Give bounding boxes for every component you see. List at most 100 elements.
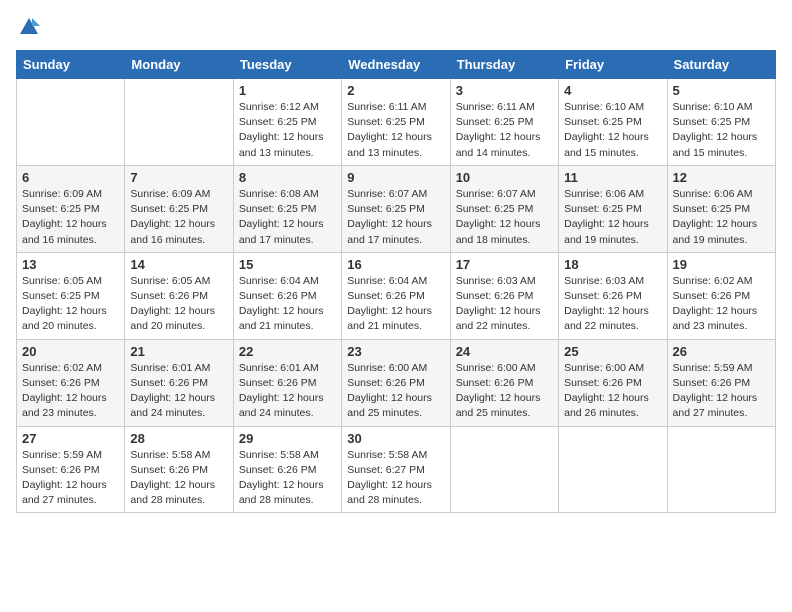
day-info: Sunrise: 5:58 AM Sunset: 6:26 PM Dayligh… [130, 448, 227, 509]
day-info: Sunrise: 6:07 AM Sunset: 6:25 PM Dayligh… [347, 187, 444, 248]
day-number: 8 [239, 170, 336, 185]
day-number: 20 [22, 344, 119, 359]
day-info: Sunrise: 6:02 AM Sunset: 6:26 PM Dayligh… [673, 274, 770, 335]
calendar-day-cell: 16 Sunrise: 6:04 AM Sunset: 6:26 PM Dayli… [342, 252, 450, 339]
calendar-day-cell: 23Sunrise: 6:00 AM Sunset: 6:26 PM Dayli… [342, 339, 450, 426]
day-number: 4 [564, 83, 661, 98]
day-info: Sunrise: 6:07 AM Sunset: 6:25 PM Dayligh… [456, 187, 553, 248]
calendar-day-cell: 21Sunrise: 6:01 AM Sunset: 6:26 PM Dayli… [125, 339, 233, 426]
day-info: Sunrise: 6:00 AM Sunset: 6:26 PM Dayligh… [456, 361, 553, 422]
day-info: Sunrise: 6:02 AM Sunset: 6:26 PM Dayligh… [22, 361, 119, 422]
calendar-header-row: SundayMondayTuesdayWednesdayThursdayFrid… [17, 51, 776, 79]
day-number: 10 [456, 170, 553, 185]
day-info: Sunrise: 5:59 AM Sunset: 6:26 PM Dayligh… [673, 361, 770, 422]
calendar-day-cell: 20 Sunrise: 6:02 AM Sunset: 6:26 PM Dayli… [17, 339, 125, 426]
calendar-day-cell: 9 Sunrise: 6:07 AM Sunset: 6:25 PM Daylig… [342, 165, 450, 252]
day-info: Sunrise: 6:04 AM Sunset: 6:26 PM Dayligh… [347, 274, 444, 335]
day-info: Sunrise: 6:11 AM Sunset: 6:25 PM Dayligh… [347, 100, 444, 161]
day-of-week-header: Sunday [17, 51, 125, 79]
day-number: 16 [347, 257, 444, 272]
calendar-day-cell: 12 Sunrise: 6:06 AM Sunset: 6:25 PM Dayli… [667, 165, 775, 252]
day-number: 7 [130, 170, 227, 185]
calendar-day-cell: 7Sunrise: 6:09 AM Sunset: 6:25 PM Daylig… [125, 165, 233, 252]
day-of-week-header: Wednesday [342, 51, 450, 79]
day-of-week-header: Tuesday [233, 51, 341, 79]
calendar-day-cell: 10 Sunrise: 6:07 AM Sunset: 6:25 PM Dayli… [450, 165, 558, 252]
calendar-day-cell: 2 Sunrise: 6:11 AM Sunset: 6:25 PM Daylig… [342, 79, 450, 166]
calendar-day-cell: 6 Sunrise: 6:09 AM Sunset: 6:25 PM Daylig… [17, 165, 125, 252]
day-info: Sunrise: 6:11 AM Sunset: 6:25 PM Dayligh… [456, 100, 553, 161]
day-number: 19 [673, 257, 770, 272]
day-number: 3 [456, 83, 553, 98]
calendar-day-cell [450, 426, 558, 513]
day-info: Sunrise: 6:06 AM Sunset: 6:25 PM Dayligh… [673, 187, 770, 248]
calendar-day-cell: 28 Sunrise: 5:58 AM Sunset: 6:26 PM Dayli… [125, 426, 233, 513]
day-number: 26 [673, 344, 770, 359]
day-number: 25 [564, 344, 661, 359]
day-number: 15 [239, 257, 336, 272]
day-info: Sunrise: 6:06 AM Sunset: 6:25 PM Dayligh… [564, 187, 661, 248]
day-number: 27 [22, 431, 119, 446]
day-info: Sunrise: 5:59 AM Sunset: 6:26 PM Dayligh… [22, 448, 119, 509]
day-of-week-header: Thursday [450, 51, 558, 79]
calendar-day-cell [559, 426, 667, 513]
calendar-day-cell: 15 Sunrise: 6:04 AM Sunset: 6:26 PM Dayli… [233, 252, 341, 339]
day-info: Sunrise: 6:10 AM Sunset: 6:25 PM Dayligh… [673, 100, 770, 161]
day-number: 18 [564, 257, 661, 272]
calendar-day-cell: 3 Sunrise: 6:11 AM Sunset: 6:25 PM Daylig… [450, 79, 558, 166]
calendar-day-cell: 1 Sunrise: 6:12 AM Sunset: 6:25 PM Daylig… [233, 79, 341, 166]
day-info: Sunrise: 6:08 AM Sunset: 6:25 PM Dayligh… [239, 187, 336, 248]
day-number: 30 [347, 431, 444, 446]
day-number: 23 [347, 344, 444, 359]
day-info: Sunrise: 6:04 AM Sunset: 6:26 PM Dayligh… [239, 274, 336, 335]
day-number: 17 [456, 257, 553, 272]
day-number: 9 [347, 170, 444, 185]
day-of-week-header: Monday [125, 51, 233, 79]
day-info: Sunrise: 5:58 AM Sunset: 6:26 PM Dayligh… [239, 448, 336, 509]
day-info: Sunrise: 6:05 AM Sunset: 6:26 PM Dayligh… [130, 274, 227, 335]
calendar-day-cell: 13 Sunrise: 6:05 AM Sunset: 6:25 PM Dayli… [17, 252, 125, 339]
calendar-day-cell: 24 Sunrise: 6:00 AM Sunset: 6:26 PM Dayli… [450, 339, 558, 426]
day-number: 1 [239, 83, 336, 98]
day-number: 6 [22, 170, 119, 185]
day-number: 11 [564, 170, 661, 185]
page-header [16, 16, 776, 38]
calendar-day-cell: 14 Sunrise: 6:05 AM Sunset: 6:26 PM Dayli… [125, 252, 233, 339]
day-info: Sunrise: 6:00 AM Sunset: 6:26 PM Dayligh… [564, 361, 661, 422]
day-info: Sunrise: 6:05 AM Sunset: 6:25 PM Dayligh… [22, 274, 119, 335]
calendar-week-row: 27 Sunrise: 5:59 AM Sunset: 6:26 PM Dayli… [17, 426, 776, 513]
calendar-day-cell: 19 Sunrise: 6:02 AM Sunset: 6:26 PM Dayli… [667, 252, 775, 339]
logo-icon [18, 16, 40, 38]
calendar-day-cell [17, 79, 125, 166]
calendar-day-cell: 30Sunrise: 5:58 AM Sunset: 6:27 PM Dayli… [342, 426, 450, 513]
calendar-week-row: 13 Sunrise: 6:05 AM Sunset: 6:25 PM Dayli… [17, 252, 776, 339]
day-info: Sunrise: 6:01 AM Sunset: 6:26 PM Dayligh… [130, 361, 227, 422]
calendar-day-cell: 17 Sunrise: 6:03 AM Sunset: 6:26 PM Dayli… [450, 252, 558, 339]
logo [16, 16, 40, 38]
calendar-day-cell: 11 Sunrise: 6:06 AM Sunset: 6:25 PM Dayli… [559, 165, 667, 252]
calendar-day-cell: 27 Sunrise: 5:59 AM Sunset: 6:26 PM Dayli… [17, 426, 125, 513]
day-number: 28 [130, 431, 227, 446]
day-info: Sunrise: 6:03 AM Sunset: 6:26 PM Dayligh… [564, 274, 661, 335]
day-number: 13 [22, 257, 119, 272]
day-number: 5 [673, 83, 770, 98]
calendar-day-cell [125, 79, 233, 166]
day-info: Sunrise: 6:12 AM Sunset: 6:25 PM Dayligh… [239, 100, 336, 161]
day-info: Sunrise: 6:03 AM Sunset: 6:26 PM Dayligh… [456, 274, 553, 335]
calendar-day-cell: 29Sunrise: 5:58 AM Sunset: 6:26 PM Dayli… [233, 426, 341, 513]
day-number: 24 [456, 344, 553, 359]
day-number: 14 [130, 257, 227, 272]
day-of-week-header: Friday [559, 51, 667, 79]
calendar-day-cell: 26 Sunrise: 5:59 AM Sunset: 6:26 PM Dayli… [667, 339, 775, 426]
day-number: 12 [673, 170, 770, 185]
calendar-day-cell: 25 Sunrise: 6:00 AM Sunset: 6:26 PM Dayli… [559, 339, 667, 426]
day-of-week-header: Saturday [667, 51, 775, 79]
calendar-day-cell: 22Sunrise: 6:01 AM Sunset: 6:26 PM Dayli… [233, 339, 341, 426]
day-info: Sunrise: 6:09 AM Sunset: 6:25 PM Dayligh… [22, 187, 119, 248]
calendar-day-cell: 5 Sunrise: 6:10 AM Sunset: 6:25 PM Daylig… [667, 79, 775, 166]
calendar-week-row: 20 Sunrise: 6:02 AM Sunset: 6:26 PM Dayli… [17, 339, 776, 426]
calendar-day-cell [667, 426, 775, 513]
day-number: 22 [239, 344, 336, 359]
day-info: Sunrise: 6:10 AM Sunset: 6:25 PM Dayligh… [564, 100, 661, 161]
day-number: 2 [347, 83, 444, 98]
